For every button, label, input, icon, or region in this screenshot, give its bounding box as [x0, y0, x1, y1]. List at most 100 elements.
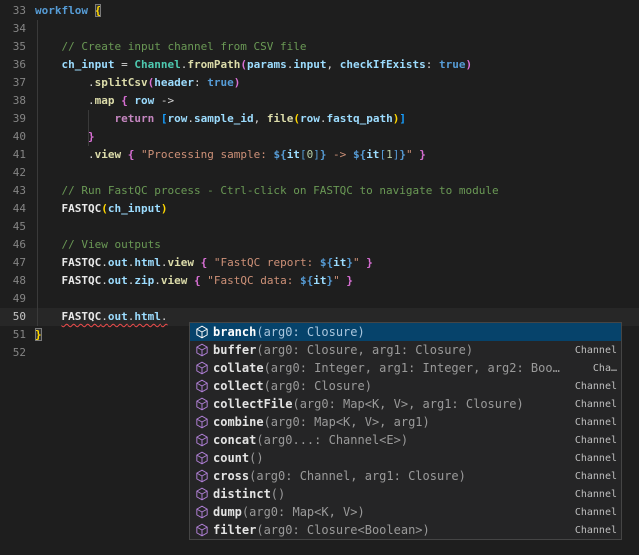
suggest-item-signature: () [271, 487, 285, 501]
code-token: ${ [300, 274, 313, 287]
suggest-widget: branch(arg0: Closure)buffer(arg0: Closur… [189, 322, 622, 540]
code-token: // View outputs [35, 238, 161, 251]
suggest-item[interactable]: filter(arg0: Closure<Boolean>) Channel [190, 521, 621, 539]
code-token [187, 274, 194, 287]
line-content: FASTQC(ch_input) [26, 200, 167, 218]
suggest-item-text: collate(arg0: Integer, arg1: Integer, ar… [213, 361, 560, 375]
code-token: it [313, 274, 326, 287]
code-token: " [333, 274, 340, 287]
suggest-item[interactable]: buffer(arg0: Closure, arg1: Closure) Chan… [190, 341, 621, 359]
code-line[interactable]: 47 FASTQC.out.html.view { "FastQC report… [0, 254, 639, 272]
suggest-item-label: dump [213, 505, 242, 519]
line-content: } [26, 326, 42, 344]
code-token: "FastQC data: [207, 274, 300, 287]
line-number: 43 [0, 182, 26, 200]
suggest-item[interactable]: count()Channel [190, 449, 621, 467]
line-number: 46 [0, 236, 26, 254]
code-token: . [35, 94, 95, 107]
suggest-item-text: concat(arg0...: Channel<E>) [213, 433, 408, 447]
code-token: ) [161, 202, 168, 215]
suggest-item[interactable]: dump(arg0: Map<K, V>) Channel [190, 503, 621, 521]
suggest-item[interactable]: collate(arg0: Integer, arg1: Integer, ar… [190, 359, 621, 377]
code-token: . [101, 310, 108, 323]
suggest-item-detail: Channel [565, 489, 617, 500]
line-number: 44 [0, 200, 26, 218]
code-line[interactable]: 44 FASTQC(ch_input) [0, 200, 639, 218]
code-token: out [108, 274, 128, 287]
code-line[interactable]: 33workflow { [0, 2, 639, 20]
code-line[interactable]: 42 [0, 164, 639, 182]
suggest-item-detail: Channel [565, 525, 617, 536]
code-token: [ [300, 148, 307, 161]
code-token: workflow [35, 4, 95, 17]
code-token: ch_input [62, 58, 115, 71]
code-line[interactable]: 41 .view { "Processing sample: ${it[0]} … [0, 146, 639, 164]
suggest-item-detail: Channel [565, 507, 617, 518]
code-token: ${ [353, 148, 366, 161]
suggest-item[interactable]: combine(arg0: Map<K, V>, arg1) Channel [190, 413, 621, 431]
code-token [35, 256, 62, 269]
code-line[interactable]: 36 ch_input = Channel.fromPath(params.in… [0, 56, 639, 74]
line-number: 35 [0, 38, 26, 56]
code-line[interactable]: 43 // Run FastQC process - Ctrl-click on… [0, 182, 639, 200]
code-token: : [194, 76, 207, 89]
code-token: FASTQC [62, 202, 102, 215]
suggest-item-label: combine [213, 415, 264, 429]
line-content [26, 290, 35, 308]
suggest-item[interactable]: collectFile(arg0: Map<K, V>, arg1: Closu… [190, 395, 621, 413]
code-token: , [254, 112, 267, 125]
code-token: return [114, 112, 154, 125]
suggest-item-detail: Channel [565, 471, 617, 482]
code-token [35, 202, 62, 215]
suggest-item-signature: (arg0: Closure, arg1: Closure) [256, 343, 473, 357]
suggest-item-text: buffer(arg0: Closure, arg1: Closure) [213, 343, 473, 357]
code-token: . [161, 310, 168, 323]
line-number: 40 [0, 128, 26, 146]
line-content [26, 344, 35, 362]
suggest-item-text: filter(arg0: Closure<Boolean>) [213, 523, 430, 537]
line-number: 39 [0, 110, 26, 128]
code-token: FASTQC [62, 310, 102, 323]
suggest-item-signature: (arg0: Map<K, V>, arg1) [264, 415, 430, 429]
suggest-item[interactable]: concat(arg0...: Channel<E>) Channel [190, 431, 621, 449]
suggest-item-detail: Channel [565, 345, 617, 356]
code-token: row [134, 94, 154, 107]
suggest-item[interactable]: cross(arg0: Channel, arg1: Closure)Chann… [190, 467, 621, 485]
code-line[interactable]: 39 return [row.sample_id, file(row.fastq… [0, 110, 639, 128]
suggest-item-text: combine(arg0: Map<K, V>, arg1) [213, 415, 430, 429]
code-token: . [101, 256, 108, 269]
code-line[interactable]: 46 // View outputs [0, 236, 639, 254]
code-line[interactable]: 35 // Create input channel from CSV file [0, 38, 639, 56]
line-content: FASTQC.out.html. [26, 308, 168, 326]
code-token: input [293, 58, 326, 71]
suggest-item[interactable]: branch(arg0: Closure) [190, 323, 621, 341]
line-content [26, 164, 35, 182]
suggest-item[interactable]: collect(arg0: Closure)Channel [190, 377, 621, 395]
suggest-item-label: cross [213, 469, 249, 483]
code-token: fromPath [187, 58, 240, 71]
code-line[interactable]: 34 [0, 20, 639, 38]
editor-window: { "editor": { "colors": { "background": … [0, 0, 639, 555]
code-token: ( [293, 112, 300, 125]
code-line[interactable]: 48 FASTQC.out.zip.view { "FastQC data: $… [0, 272, 639, 290]
suggest-item-detail: Cha… [583, 363, 617, 374]
code-line[interactable]: 38 .map { row -> [0, 92, 639, 110]
code-token: . [161, 256, 168, 269]
line-content: // Run FastQC process - Ctrl-click on FA… [26, 182, 499, 200]
code-line[interactable]: 37 .splitCsv(header: true) [0, 74, 639, 92]
suggest-item-detail: Channel [565, 435, 617, 446]
suggest-item-label: distinct [213, 487, 271, 501]
line-number: 38 [0, 92, 26, 110]
suggest-item-detail: Channel [565, 417, 617, 428]
code-line[interactable]: 49 [0, 290, 639, 308]
code-line[interactable]: 40 } [0, 128, 639, 146]
line-number: 49 [0, 290, 26, 308]
suggest-item-detail: Channel [565, 381, 617, 392]
suggest-item-text: dump(arg0: Map<K, V>) [213, 505, 365, 519]
suggest-item-label: concat [213, 433, 256, 447]
code-line[interactable]: 45 [0, 218, 639, 236]
code-token: it [287, 148, 300, 161]
code-area[interactable]: 33workflow {3435 // Create input channel… [0, 2, 639, 362]
suggest-item[interactable]: distinct() Channel [190, 485, 621, 503]
suggest-item-signature: (arg0: Closure<Boolean>) [256, 523, 429, 537]
